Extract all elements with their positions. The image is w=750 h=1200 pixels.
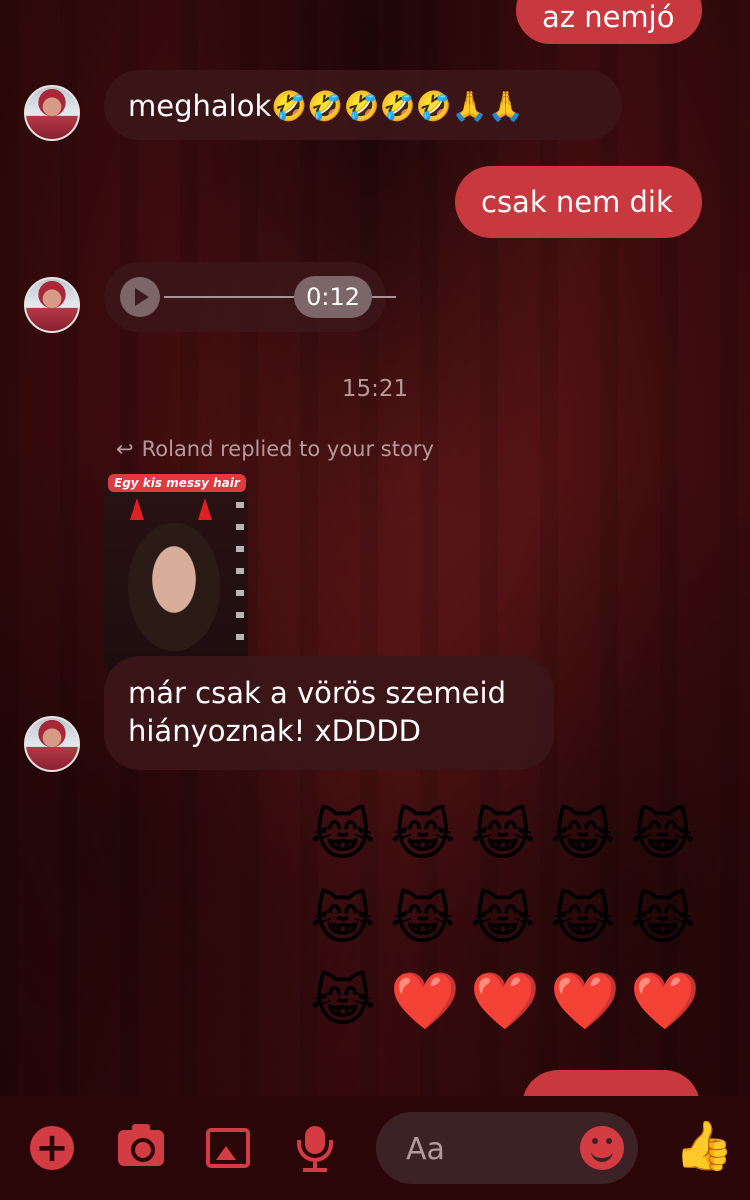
plus-icon[interactable]: + bbox=[30, 1126, 74, 1170]
thumbs-up-icon[interactable]: 👍 bbox=[674, 1120, 734, 1172]
microphone-icon-base bbox=[303, 1168, 327, 1172]
reply-arrow-icon: ↩ bbox=[116, 437, 134, 461]
devil-horn-left bbox=[130, 498, 144, 520]
emoji-cat-tears: 😹 bbox=[310, 803, 376, 868]
voice-message[interactable]: 0:12 bbox=[104, 262, 396, 332]
microphone-icon[interactable] bbox=[297, 1126, 333, 1162]
play-icon[interactable] bbox=[120, 277, 160, 317]
incoming-message[interactable]: meghalok🤣🤣🤣🤣🤣🙏🙏 bbox=[104, 70, 622, 140]
emoji-cat-tears: 😹 bbox=[310, 969, 376, 1034]
emoji-cat-tears: 😹 bbox=[390, 803, 456, 868]
message-text-line1: már csak a vörös szemeid bbox=[128, 676, 506, 710]
devil-horn-right bbox=[198, 498, 212, 520]
avatar[interactable] bbox=[24, 85, 80, 141]
emoji-icon[interactable] bbox=[580, 1126, 624, 1170]
message-input[interactable] bbox=[404, 1112, 588, 1186]
story-reply-note: ↩ Roland replied to your story bbox=[116, 437, 434, 461]
emoji-cat-tears: 😹 bbox=[470, 887, 536, 952]
outgoing-message[interactable]: csak nem dik bbox=[455, 166, 702, 238]
emoji-heart: ❤️ bbox=[390, 969, 460, 1034]
emoji-cat-tears: 😹 bbox=[470, 803, 536, 868]
message-text-line2: hiányoznak! xDDDD bbox=[128, 714, 421, 748]
emoji-cat-tears: 😹 bbox=[550, 803, 616, 868]
audio-duration: 0:12 bbox=[294, 276, 372, 318]
outgoing-message[interactable]: az nemjó bbox=[516, 0, 702, 44]
message-text: meghalok🤣🤣🤣🤣🤣🙏🙏 bbox=[128, 89, 525, 123]
message-text: csak nem dik bbox=[481, 185, 673, 219]
avatar[interactable] bbox=[24, 277, 80, 333]
emoji-cat-tears: 😹 bbox=[390, 887, 456, 952]
camera-icon[interactable] bbox=[118, 1124, 164, 1166]
story-tool-icons bbox=[236, 502, 244, 642]
emoji-cat-tears: 😹 bbox=[550, 887, 616, 952]
story-preview[interactable]: Egy kis messy hair bbox=[104, 472, 248, 674]
emoji-heart: ❤️ bbox=[470, 969, 540, 1034]
timestamp: 15:21 bbox=[341, 376, 409, 402]
story-banner: Egy kis messy hair bbox=[108, 474, 246, 492]
emoji-cat-tears: 😹 bbox=[630, 887, 696, 952]
emoji-heart: ❤️ bbox=[630, 969, 700, 1034]
emoji-cat-tears: 😹 bbox=[630, 803, 696, 868]
avatar[interactable] bbox=[24, 716, 80, 772]
gallery-icon[interactable] bbox=[206, 1128, 250, 1168]
message-text: az nemjó bbox=[542, 0, 675, 34]
reply-note-text: Roland replied to your story bbox=[141, 437, 434, 461]
emoji-heart: ❤️ bbox=[550, 969, 620, 1034]
incoming-message[interactable]: már csak a vörös szemeid hiányoznak! xDD… bbox=[104, 656, 554, 770]
emoji-cat-tears: 😹 bbox=[310, 887, 376, 952]
story-photo bbox=[120, 512, 228, 662]
